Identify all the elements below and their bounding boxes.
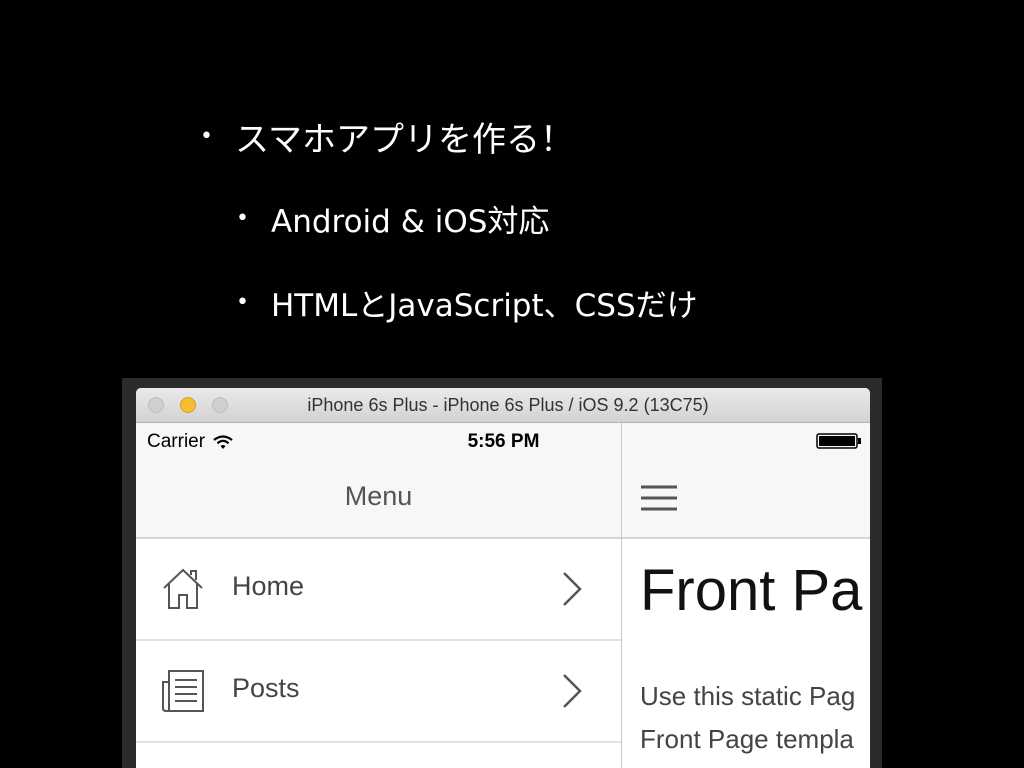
bullet-dot: • bbox=[236, 289, 249, 315]
posts-icon bbox=[162, 670, 204, 712]
chevron-right-icon bbox=[563, 572, 582, 606]
menu-item-posts[interactable]: Posts bbox=[136, 641, 621, 743]
status-bar-right bbox=[622, 423, 870, 459]
content-pane: Front Pa Use this static Pag Front Page … bbox=[622, 423, 870, 768]
menu-pane: Carrier 5:56 PM Menu Home Posts bbox=[136, 423, 622, 768]
bullet-text: HTMLとJavaScript、CSSだけ bbox=[270, 288, 698, 324]
bullet-item: • HTMLとJavaScript、CSSだけ bbox=[236, 280, 698, 325]
bullet-text: スマホアプリを作る！ bbox=[234, 120, 574, 160]
battery-icon bbox=[816, 433, 861, 449]
status-time: 5:56 PM bbox=[467, 431, 540, 452]
bullet-item: • Android & iOS対応 bbox=[236, 196, 549, 241]
window-titlebar[interactable]: iPhone 6s Plus - iPhone 6s Plus / iOS 9.… bbox=[136, 388, 870, 423]
window-title: iPhone 6s Plus - iPhone 6s Plus / iOS 9.… bbox=[307, 395, 709, 415]
menu-item[interactable] bbox=[136, 743, 621, 768]
status-bar: Carrier 5:56 PM bbox=[136, 423, 621, 459]
menu-item-home[interactable]: Home bbox=[136, 539, 621, 641]
body-line: Use this static Pag bbox=[640, 681, 856, 711]
bullet-dot: • bbox=[200, 123, 213, 149]
bullet-text: Android & iOS対応 bbox=[270, 204, 550, 240]
chevron-right-icon bbox=[563, 674, 582, 708]
menu-title: Menu bbox=[344, 481, 413, 511]
page-title: Front Pa bbox=[640, 558, 863, 623]
menu-navbar: Menu bbox=[136, 459, 621, 539]
bullet-item: • スマホアプリを作る！ bbox=[200, 112, 574, 161]
page-body-text: Use this static Pag Front Page templa bbox=[640, 675, 855, 761]
bullet-dot: • bbox=[236, 205, 249, 231]
menu-item-label: Posts bbox=[232, 673, 300, 703]
simulator-window: iPhone 6s Plus - iPhone 6s Plus / iOS 9.… bbox=[136, 388, 870, 768]
menu-item-label: Home bbox=[232, 571, 305, 601]
home-icon bbox=[163, 568, 203, 609]
body-line: Front Page templa bbox=[640, 724, 854, 754]
content-navbar bbox=[622, 459, 870, 539]
hamburger-menu-icon[interactable] bbox=[641, 485, 677, 511]
